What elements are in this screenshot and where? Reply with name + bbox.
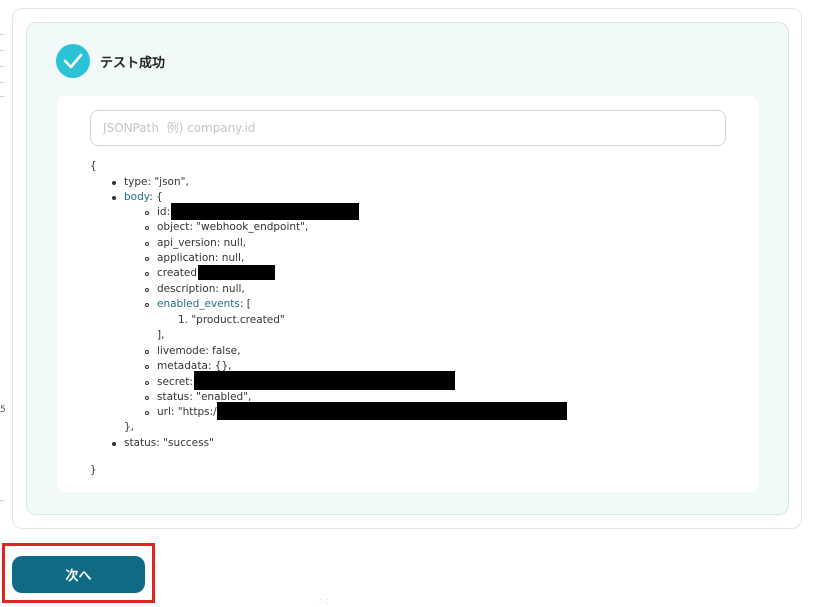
json-livemode-line: livemode: false, <box>157 345 241 357</box>
circle-bullet-icon <box>145 411 149 415</box>
bullet-icon <box>112 196 116 200</box>
edge-divider <box>0 50 4 51</box>
json-enabled-events-key[interactable]: enabled_events <box>157 298 240 310</box>
json-api-version-line: api_version: null, <box>157 237 247 249</box>
edge-divider <box>0 34 4 35</box>
circle-bullet-icon <box>145 350 149 354</box>
next-button[interactable]: 次へ <box>12 556 145 593</box>
bullet-icon <box>112 442 116 446</box>
json-status-line: status: "success" <box>124 437 214 449</box>
json-open-brace: { <box>90 160 97 172</box>
circle-bullet-icon <box>145 226 149 230</box>
redaction-bar <box>217 402 567 420</box>
json-array-close: ], <box>157 329 165 341</box>
json-body-close: }, <box>124 421 135 433</box>
json-body-key[interactable]: body <box>124 191 149 203</box>
circle-bullet-icon <box>145 242 149 246</box>
json-object-line: object: "webhook_endpoint", <box>157 221 309 233</box>
json-close-brace: } <box>90 464 97 476</box>
circle-bullet-icon <box>145 303 149 307</box>
redaction-bar <box>171 203 359 220</box>
edge-divider <box>0 82 4 83</box>
edge-divider <box>0 500 4 501</box>
json-application-line: application: null, <box>157 252 245 264</box>
success-check-icon <box>56 44 90 78</box>
json-type-line: type: "json", <box>124 176 189 188</box>
redaction-bar <box>198 265 275 280</box>
circle-bullet-icon <box>145 211 149 215</box>
json-created-line: created: <box>157 267 201 279</box>
json-body-line: body: { <box>124 191 163 203</box>
test-success-title: テスト成功 <box>100 56 166 71</box>
circle-bullet-icon <box>145 381 149 385</box>
json-description-line: description: null, <box>157 283 245 295</box>
edge-divider <box>0 66 4 67</box>
edge-text: 5 <box>0 405 6 415</box>
json-enabled-events-open: : [ <box>239 298 251 310</box>
json-event-item: 1. "product.created" <box>178 314 285 326</box>
circle-bullet-icon <box>145 365 149 369</box>
jsonpath-search-input[interactable] <box>90 110 726 146</box>
json-url-line: url: "https:/ <box>157 406 217 418</box>
edge-divider <box>0 96 4 97</box>
bullet-icon <box>112 181 116 185</box>
json-secret-line: secret: <box>157 376 193 388</box>
json-id-line: id: <box>157 206 171 218</box>
redaction-bar <box>194 371 455 390</box>
circle-bullet-icon <box>145 257 149 261</box>
json-body-open: : { <box>149 191 163 203</box>
circle-bullet-icon <box>145 288 149 292</box>
circle-bullet-icon <box>145 396 149 400</box>
circle-bullet-icon <box>145 272 149 276</box>
json-enabled-events-line: enabled_events: [ <box>157 298 251 310</box>
decorative-mark: ⁘ ⁚ <box>318 598 329 606</box>
